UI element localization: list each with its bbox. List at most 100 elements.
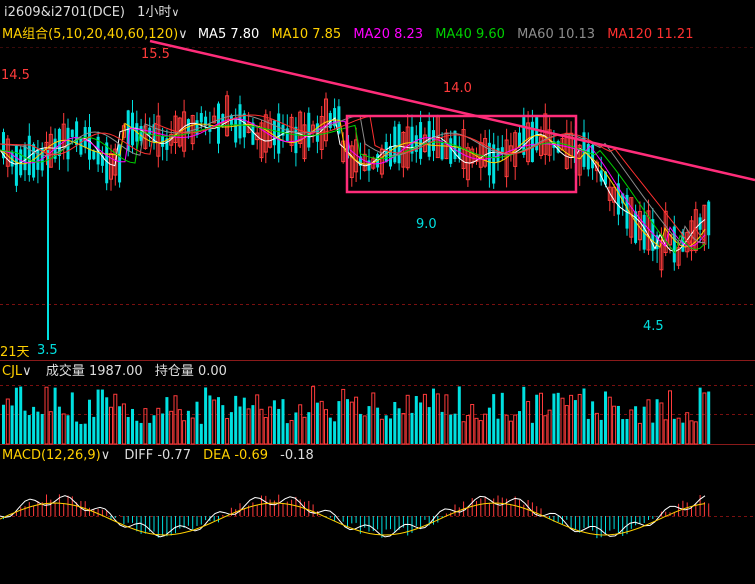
volume-bar xyxy=(66,415,70,444)
candle-body xyxy=(397,124,401,164)
volume-bar xyxy=(625,418,629,444)
volume-bar xyxy=(337,401,341,444)
candle-body xyxy=(75,121,79,146)
volume-bar xyxy=(371,392,376,445)
volume-bar xyxy=(307,412,311,444)
price-label-low-left: 3.5 xyxy=(37,343,58,358)
volume-bar xyxy=(96,389,100,444)
price-label-high-left: 14.5 xyxy=(1,68,30,83)
volume-bar xyxy=(143,408,148,445)
volume-bar xyxy=(616,405,620,444)
volume-bar xyxy=(204,387,208,444)
volume-bar xyxy=(401,413,406,445)
volume-bar xyxy=(478,420,483,445)
volume-bar xyxy=(131,408,134,444)
volume-bar xyxy=(634,406,638,444)
volume-bar xyxy=(672,418,676,444)
volume-bar xyxy=(522,386,526,444)
volume-bar xyxy=(238,406,242,444)
volume-bar xyxy=(298,404,303,445)
volume-bar xyxy=(251,405,255,444)
volume-bar xyxy=(552,393,556,444)
candle-body xyxy=(294,126,298,154)
volume-bar xyxy=(659,402,664,445)
volume-bar xyxy=(405,394,410,445)
volume-bar xyxy=(268,406,273,445)
volume-bar xyxy=(225,418,230,445)
moving-average-line xyxy=(0,119,706,249)
volume-bar xyxy=(40,413,44,444)
volume-bar xyxy=(311,386,316,445)
volume-bar xyxy=(702,392,707,445)
volume-bar xyxy=(362,415,367,445)
volume-bar xyxy=(487,407,491,444)
volume-bar xyxy=(435,393,440,445)
volume-bar xyxy=(483,413,488,445)
candle-body xyxy=(70,129,74,137)
volume-bar xyxy=(5,398,10,445)
diff-line xyxy=(0,495,706,538)
volume-bar xyxy=(513,414,518,445)
volume-bar xyxy=(14,387,18,444)
volume-bar xyxy=(564,405,569,445)
volume-bar xyxy=(586,418,590,444)
volume-bar xyxy=(121,403,126,445)
volume-bar xyxy=(689,420,694,445)
volume-bar xyxy=(461,421,466,445)
volume-bar xyxy=(599,419,603,444)
volume-bar xyxy=(294,412,298,444)
volume-bar xyxy=(315,402,319,444)
candle-body xyxy=(199,113,203,123)
volume-bar xyxy=(177,409,182,445)
candle-body xyxy=(419,122,423,159)
volume-bar xyxy=(629,409,634,445)
volume-bar xyxy=(560,397,565,445)
volume-bar xyxy=(376,407,380,444)
volume-bar xyxy=(255,394,260,445)
volume-bar xyxy=(698,387,702,444)
volume-bar xyxy=(57,406,61,444)
candle-body xyxy=(234,117,238,143)
kline-chart[interactable] xyxy=(0,0,755,584)
volume-bar xyxy=(500,392,504,444)
volume-bar xyxy=(2,404,5,444)
volume-bar xyxy=(457,386,461,444)
volume-bar xyxy=(655,399,659,444)
volume-bar xyxy=(577,393,582,445)
candle-body xyxy=(440,142,444,160)
volume-bar xyxy=(556,392,560,444)
volume-bar xyxy=(48,411,53,445)
volume-bar xyxy=(518,411,521,444)
candle-body xyxy=(634,211,638,243)
dea-line xyxy=(0,502,706,536)
volume-bar xyxy=(427,407,431,444)
volume-bar xyxy=(302,416,307,445)
volume-bar xyxy=(358,413,362,444)
volume-bar xyxy=(53,387,57,444)
price-label-peak: 15.5 xyxy=(141,47,170,62)
candle-body xyxy=(36,149,40,170)
volume-bar xyxy=(444,394,449,445)
volume-bar xyxy=(569,394,574,445)
candle-body xyxy=(384,141,388,163)
volume-bar xyxy=(100,389,104,444)
volume-bar xyxy=(607,396,612,445)
volume-bar xyxy=(234,395,238,444)
candle-body xyxy=(238,104,242,139)
volume-bar xyxy=(23,410,27,444)
candle-body xyxy=(277,113,281,154)
volume-bar xyxy=(169,410,174,445)
volume-layer xyxy=(2,386,711,445)
volume-bar xyxy=(393,401,397,444)
volume-bar xyxy=(242,397,246,444)
volume-bar xyxy=(676,417,681,445)
volume-bar xyxy=(539,392,543,445)
volume-bar xyxy=(173,395,178,445)
volume-bar xyxy=(135,420,139,444)
volume-bar xyxy=(389,418,392,444)
candle-body xyxy=(449,138,453,164)
volume-bar xyxy=(161,413,165,444)
volume-bar xyxy=(105,397,109,444)
volume-bar xyxy=(496,418,500,444)
volume-bar xyxy=(88,399,91,444)
